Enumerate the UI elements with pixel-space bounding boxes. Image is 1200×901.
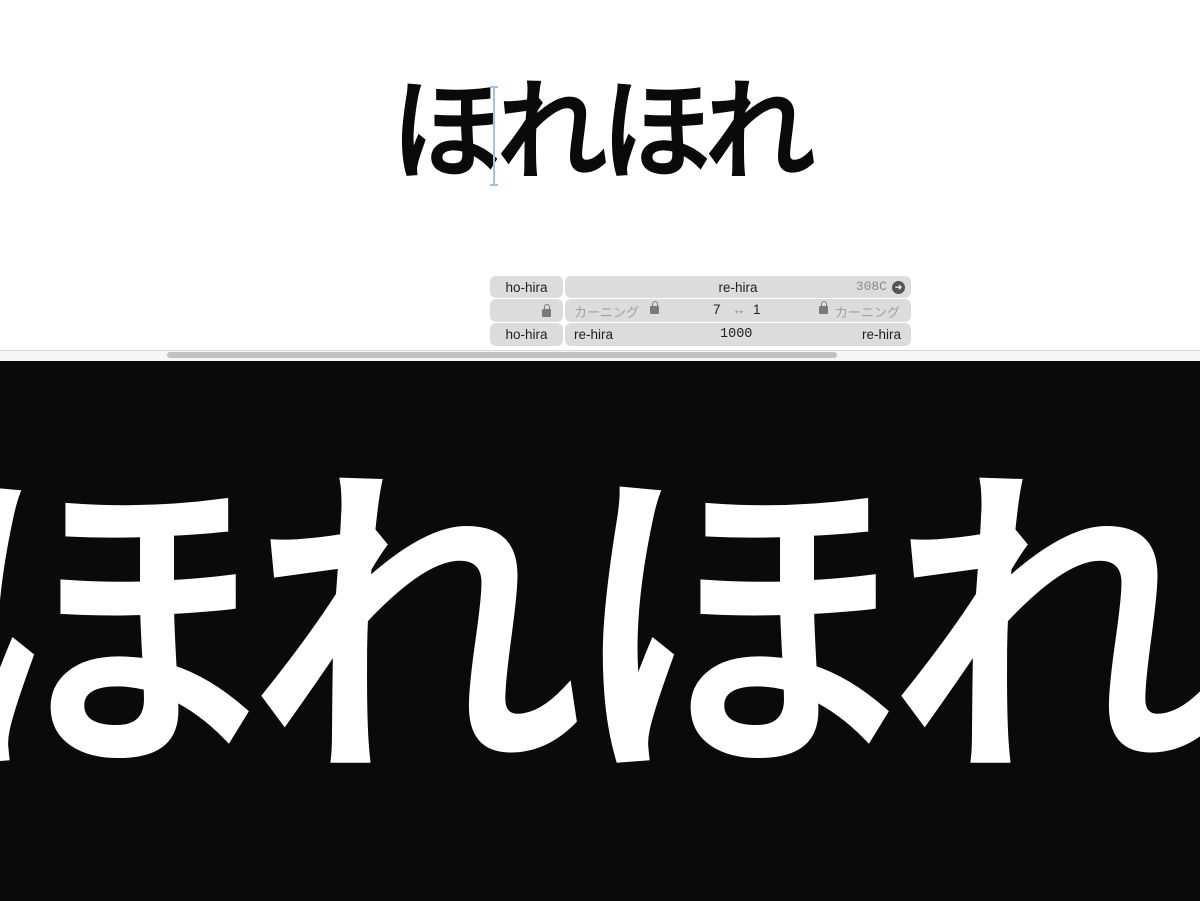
preview-text: ほれほれ bbox=[0, 439, 1200, 823]
left-group-field[interactable]: ho-hira bbox=[490, 323, 563, 346]
metrics-row: re-hira 1000 re-hira bbox=[565, 323, 911, 346]
kerning-info-panel: ho-hira re-hira 308C ➜ ✦ カーニング 7 ↔ 1 カーニ… bbox=[490, 276, 911, 346]
unicode-value: 308C bbox=[855, 279, 887, 294]
lock-icon[interactable] bbox=[650, 301, 659, 314]
glyph-width[interactable]: 1000 bbox=[720, 327, 752, 342]
right-glyph-name-field[interactable]: re-hira 308C ➜ bbox=[565, 276, 911, 298]
horizontal-scrollbar[interactable] bbox=[167, 352, 837, 358]
kerning-arrows-icon[interactable]: ↔ bbox=[728, 301, 750, 319]
left-group-name: ho-hira bbox=[505, 327, 548, 342]
left-glyph-name: ho-hira bbox=[505, 279, 548, 295]
right-glyph-name: re-hira bbox=[718, 279, 758, 295]
left-glyph-name-field[interactable]: ho-hira bbox=[490, 276, 563, 298]
glyph-re-2[interactable]: れ bbox=[705, 62, 815, 202]
left-lock-cell bbox=[490, 299, 563, 322]
right-glyph-left-group[interactable]: re-hira bbox=[574, 327, 613, 342]
kerning-label-left: カーニング bbox=[574, 305, 640, 320]
glyph-ho-1[interactable]: ほ bbox=[391, 62, 501, 202]
lock-icon[interactable] bbox=[819, 301, 828, 314]
kerning-label-right: カーニング bbox=[835, 305, 901, 320]
preview-panel: ほれほれ bbox=[0, 361, 1200, 901]
text-cursor bbox=[490, 86, 498, 186]
kerning-row: カーニング 7 ↔ 1 カーニング bbox=[565, 299, 911, 322]
kerning-value-left[interactable]: 7 bbox=[713, 302, 721, 317]
glyph-ho-2[interactable]: ほ bbox=[601, 62, 711, 202]
kerning-value-right[interactable]: 1 bbox=[753, 302, 761, 317]
go-arrow-icon[interactable]: ➜ bbox=[892, 281, 905, 294]
lock-icon[interactable] bbox=[542, 303, 551, 317]
glyph-edit-canvas[interactable]: ほれほれ ho-hira re-hira 308C ➜ ✦ カーニング 7 ↔ … bbox=[0, 0, 1200, 350]
glyph-line: ほれほれ bbox=[0, 62, 1200, 202]
right-glyph-right-group[interactable]: re-hira bbox=[862, 327, 901, 342]
glyph-re-1[interactable]: れ bbox=[497, 62, 607, 202]
